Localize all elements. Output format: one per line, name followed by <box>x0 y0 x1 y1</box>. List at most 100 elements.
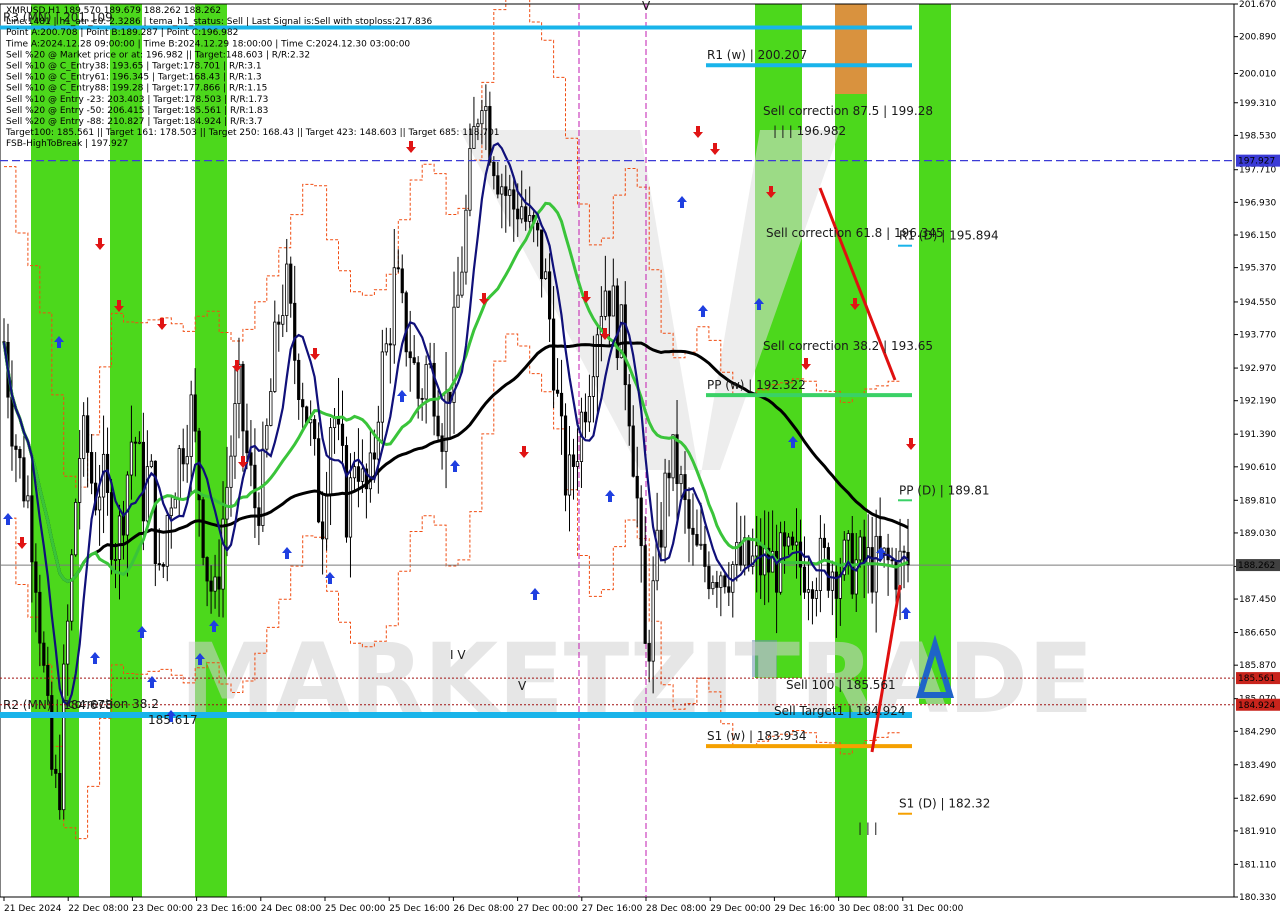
candle-body <box>30 495 34 563</box>
candle-body <box>213 576 217 592</box>
candle-body <box>205 557 209 582</box>
candle-body <box>547 271 552 320</box>
info-line: Target100: 185.561 || Target 161: 178.50… <box>5 128 500 138</box>
x-tick-label: 23 Dec 16:00 <box>197 904 258 914</box>
y-tick-label: 191.390 <box>1239 430 1276 440</box>
candle-body <box>536 222 540 231</box>
y-tick-label: 181.910 <box>1239 827 1276 837</box>
candle-body <box>440 435 444 452</box>
candle-body <box>38 591 42 644</box>
x-tick-label: 21 Dec 2024 <box>4 904 62 914</box>
candle-body <box>814 590 819 599</box>
y-tick-label: 184.290 <box>1239 727 1276 737</box>
zone-band <box>835 4 867 94</box>
candle-body <box>870 547 874 593</box>
y-tick-label: 201.670 <box>1239 0 1276 10</box>
candle-body <box>313 419 317 440</box>
chart-annotation: | | | 196.982 <box>773 124 846 138</box>
candle-body <box>671 434 675 479</box>
candle-body <box>567 454 572 496</box>
chart-annotation: Sell 100 | 185.561 <box>786 678 896 692</box>
candle-body <box>468 148 472 211</box>
candle-body <box>806 589 811 593</box>
candle-body <box>436 415 440 437</box>
y-tick-label: 185.870 <box>1239 661 1276 671</box>
candle-body <box>898 550 902 590</box>
candle-body <box>149 460 153 468</box>
chart-annotation: Sell correction 87.5 | 199.28 <box>763 104 933 118</box>
candle-body <box>372 452 376 460</box>
candle-body <box>201 499 205 558</box>
candle-body <box>571 454 576 467</box>
candle-body <box>356 466 361 482</box>
candle-body <box>289 263 293 304</box>
y-tick-label: 186.650 <box>1239 629 1276 639</box>
chart-annotation: Sell correction 61.8 | 196.345 <box>766 226 944 240</box>
candle-body <box>169 507 173 516</box>
x-tick-label: 29 Dec 00:00 <box>710 904 771 914</box>
candle-body <box>165 515 169 567</box>
candle-body <box>894 560 898 590</box>
info-line: Sell %10 @ C_Entry61: 196.345 | Target:1… <box>6 73 262 83</box>
candle-body <box>380 351 384 423</box>
candle-body <box>58 772 62 811</box>
candle-body <box>759 545 763 576</box>
candle-body <box>145 466 149 522</box>
candle-body <box>281 315 285 325</box>
y-tick-label: 182.690 <box>1239 794 1276 804</box>
candle-body <box>603 290 607 317</box>
info-line: Sell %10 @ C_Entry38: 193.65 | Target:17… <box>6 62 262 72</box>
candle-body <box>890 559 894 562</box>
candle-body <box>707 566 711 590</box>
candle-body <box>368 452 372 490</box>
candle-body <box>97 496 102 511</box>
info-line: Sell %20 @ Entry -88: 210.827 | Target:1… <box>6 117 263 127</box>
candle-body <box>22 457 26 502</box>
candle-body <box>659 529 663 548</box>
pivot-level-label: S1 (D) | 182.32 <box>899 797 990 811</box>
candle-body <box>324 493 329 540</box>
chart-annotation: V <box>642 0 651 13</box>
candle-body <box>137 441 142 444</box>
candle-body <box>392 267 396 346</box>
y-tick-label: 192.190 <box>1239 397 1276 407</box>
candle-body <box>157 563 161 565</box>
candle-body <box>826 547 830 591</box>
candle-body <box>647 643 651 662</box>
candle-body <box>786 536 791 547</box>
pivot-level-label: PP (D) | 189.81 <box>899 483 990 497</box>
candle-body <box>484 106 488 112</box>
y-tick-label: 189.810 <box>1239 496 1276 506</box>
y-tick-label: 181.110 <box>1239 860 1276 870</box>
price-tag-text: 188.262 <box>1238 561 1275 571</box>
y-tick-label: 195.370 <box>1239 264 1276 274</box>
candle-body <box>719 575 723 588</box>
candle-body <box>575 461 580 467</box>
candle-body <box>516 208 520 220</box>
candle-body <box>528 215 532 222</box>
candle-body <box>500 186 504 195</box>
candle-body <box>643 545 647 644</box>
chart-canvas[interactable]: MARKETZITRADE R3 (MN) | 201.109R1 (w) | … <box>0 0 1280 920</box>
y-tick-label: 198.530 <box>1239 131 1276 141</box>
candle-body <box>285 263 289 316</box>
candle-body <box>551 318 556 391</box>
x-tick-label: 24 Dec 08:00 <box>261 904 322 914</box>
y-tick-label: 192.970 <box>1239 364 1276 374</box>
candle-body <box>504 186 508 196</box>
candle-body <box>245 430 249 454</box>
candle-body <box>790 536 795 546</box>
candle-body <box>667 472 671 479</box>
info-line: Sell %20 @ Entry -50: 206.415 | Target:1… <box>6 106 268 116</box>
candle-body <box>794 541 799 546</box>
info-line: Sell %20 @ Market price or at: 196.982 |… <box>6 50 310 60</box>
candle-body <box>161 564 165 567</box>
candle-body <box>679 474 683 485</box>
candle-body <box>269 391 273 426</box>
candle-body <box>723 575 727 588</box>
candle-body <box>691 527 695 535</box>
chart-annotation: | | | <box>858 821 878 835</box>
candle-body <box>420 397 424 400</box>
candle-body <box>731 564 735 593</box>
candle-body <box>18 449 22 459</box>
